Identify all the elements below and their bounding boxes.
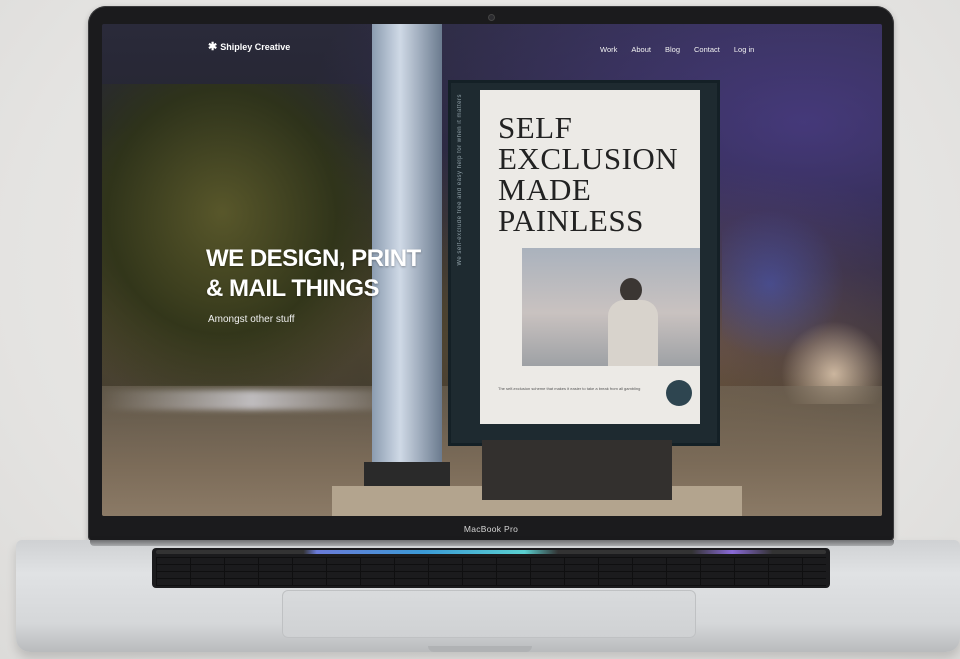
- light-trail: [102, 390, 402, 410]
- nav-link-login[interactable]: Log in: [734, 45, 754, 54]
- logo-text: Shipley Creative: [220, 42, 291, 52]
- lid-opening-notch: [428, 646, 532, 652]
- device-label: MacBook Pro: [463, 524, 519, 534]
- site-header: ✱ Shipley Creative Work About Blog Conta…: [102, 24, 882, 74]
- city-lights: [722, 104, 882, 404]
- asterisk-icon: ✱: [208, 40, 218, 53]
- camera-icon: [488, 14, 495, 21]
- laptop-lid: We self-exclude free and easy help for w…: [88, 6, 894, 542]
- kiosk-side-panel: We self-exclude free and easy help for w…: [457, 94, 479, 424]
- hero-title: WE DESIGN, PRINT & MAIL THINGS: [206, 245, 421, 302]
- nav-menu: Work About Blog Contact Log in: [600, 45, 768, 54]
- nav-link-blog[interactable]: Blog: [665, 45, 680, 54]
- poster-photo: [522, 248, 700, 366]
- laptop-chin: MacBook Pro: [88, 516, 894, 542]
- person-illustration: [602, 272, 658, 366]
- laptop-screen: We self-exclude free and easy help for w…: [102, 24, 882, 516]
- hero-subtitle: Amongst other stuff: [208, 314, 295, 325]
- poster-title: SELF EXCLUSION MADE PAINLESS: [498, 110, 679, 238]
- keyboard-keys: [156, 557, 826, 586]
- kiosk-stand: [482, 440, 672, 500]
- nav-link-about[interactable]: About: [631, 45, 651, 54]
- site-logo[interactable]: ✱ Shipley Creative: [208, 40, 291, 53]
- nav-link-work[interactable]: Work: [600, 45, 617, 54]
- nav-link-contact[interactable]: Contact: [694, 45, 720, 54]
- billboard-poster: SELF EXCLUSION MADE PAINLESS The self-ex…: [480, 90, 700, 424]
- poster-logo-icon: [666, 380, 692, 406]
- kiosk-side-text: We self-exclude free and easy help for w…: [457, 94, 463, 266]
- keyboard: [152, 548, 830, 588]
- poster-caption: The self-exclusion scheme that makes it …: [498, 386, 641, 391]
- laptop-hinge: [90, 540, 894, 546]
- touch-bar: [156, 550, 826, 554]
- trackpad: [282, 590, 696, 638]
